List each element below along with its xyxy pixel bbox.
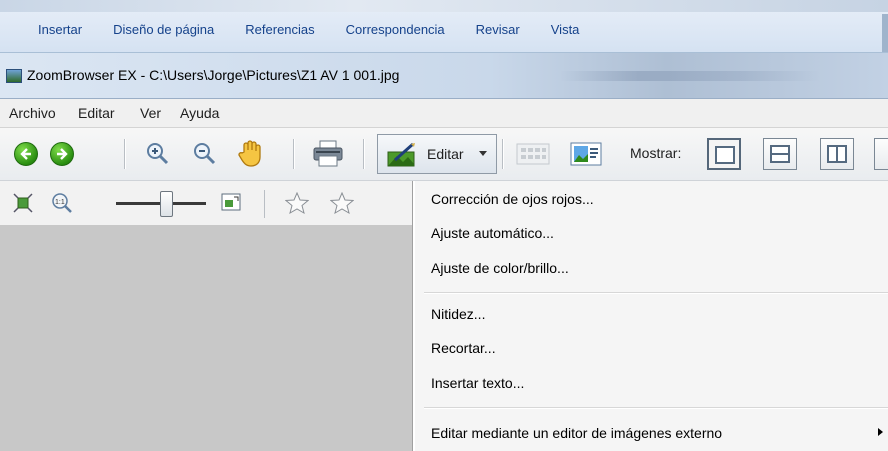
- edit-button-label: Editar: [427, 146, 464, 162]
- star-icon[interactable]: [329, 191, 355, 217]
- zoom-out-icon[interactable]: [192, 141, 218, 170]
- full-screen-icon[interactable]: [221, 193, 241, 214]
- window-title-bar[interactable]: ZoomBrowser EX - C:\Users\Jorge\Pictures…: [0, 53, 888, 99]
- secondary-toolbar: 1:1: [0, 181, 412, 225]
- zoom-in-icon[interactable]: [145, 141, 171, 170]
- edit-image-icon: [387, 142, 417, 171]
- printer-icon[interactable]: [312, 139, 344, 172]
- chevron-down-icon: [479, 151, 487, 156]
- view-vertical-split-button[interactable]: [820, 138, 854, 170]
- view-single-icon: [715, 146, 735, 164]
- menu-separator: [424, 292, 888, 293]
- menu-item-external-editor[interactable]: Editar mediante un editor de imágenes ex…: [431, 425, 722, 441]
- tab-vista[interactable]: Vista: [551, 22, 580, 37]
- view-horizontal-split-icon: [770, 145, 790, 163]
- toolbar-separator: [363, 139, 364, 169]
- toolbar-separator: [293, 139, 294, 169]
- tab-revisar[interactable]: Revisar: [476, 22, 520, 37]
- window-title: ZoomBrowser EX - C:\Users\Jorge\Pictures…: [27, 67, 400, 83]
- svg-text:1:1: 1:1: [55, 199, 65, 206]
- menu-gutter: [413, 181, 415, 451]
- actual-size-icon[interactable]: 1:1: [51, 192, 73, 217]
- forward-arrow-icon[interactable]: [50, 142, 74, 166]
- tab-diseno-pagina[interactable]: Diseño de página: [113, 22, 214, 37]
- view-single-button[interactable]: [707, 138, 741, 170]
- back-arrow-icon[interactable]: [14, 142, 38, 166]
- menu-item-red-eye[interactable]: Corrección de ojos rojos...: [431, 191, 594, 207]
- fit-to-window-icon[interactable]: [13, 193, 33, 216]
- menu-item-auto-adjust[interactable]: Ajuste automático...: [431, 225, 554, 241]
- toolbar-separator: [124, 139, 125, 169]
- image-preview-pane[interactable]: [0, 225, 412, 451]
- contact-sheet-icon[interactable]: [516, 143, 550, 168]
- menu-item-crop[interactable]: Recortar...: [431, 340, 496, 356]
- title-bar-glass: [560, 71, 820, 81]
- submenu-arrow-icon: [878, 428, 883, 436]
- view-horizontal-split-button[interactable]: [763, 138, 797, 170]
- star-icon[interactable]: [284, 191, 310, 217]
- tab-correspondencia[interactable]: Correspondencia: [346, 22, 445, 37]
- app-icon: [6, 69, 22, 83]
- view-vertical-split-icon: [827, 145, 847, 163]
- menu-archivo[interactable]: Archivo: [9, 105, 56, 121]
- toolbar-separator: [502, 139, 503, 169]
- menu-item-color-brightness[interactable]: Ajuste de color/brillo...: [431, 260, 569, 276]
- toolbar-separator: [264, 190, 265, 218]
- tab-insertar[interactable]: Insertar: [38, 22, 82, 37]
- menu-item-sharpness[interactable]: Nitidez...: [431, 306, 485, 322]
- mostrar-label: Mostrar:: [630, 145, 682, 161]
- ribbon-right-edge: [882, 14, 888, 52]
- ribbon-top-strip: [0, 0, 888, 12]
- menu-editar[interactable]: Editar: [78, 105, 115, 121]
- edit-dropdown-button[interactable]: Editar: [377, 134, 497, 174]
- menu-bar: Archivo Editar Ver Ayuda: [0, 99, 888, 128]
- menu-separator: [424, 407, 888, 408]
- menu-item-insert-text[interactable]: Insertar texto...: [431, 375, 524, 391]
- zoom-slider-thumb[interactable]: [160, 191, 173, 217]
- hand-pan-icon[interactable]: [238, 138, 266, 171]
- ribbon-tabs: Insertar Diseño de página Referencias Co…: [38, 22, 610, 37]
- menu-ayuda[interactable]: Ayuda: [180, 105, 219, 121]
- menu-ver[interactable]: Ver: [140, 105, 161, 121]
- word-ribbon: Insertar Diseño de página Referencias Co…: [0, 0, 888, 53]
- view-more-button[interactable]: [874, 138, 888, 170]
- tab-referencias[interactable]: Referencias: [245, 22, 314, 37]
- slideshow-image-icon[interactable]: [569, 140, 603, 171]
